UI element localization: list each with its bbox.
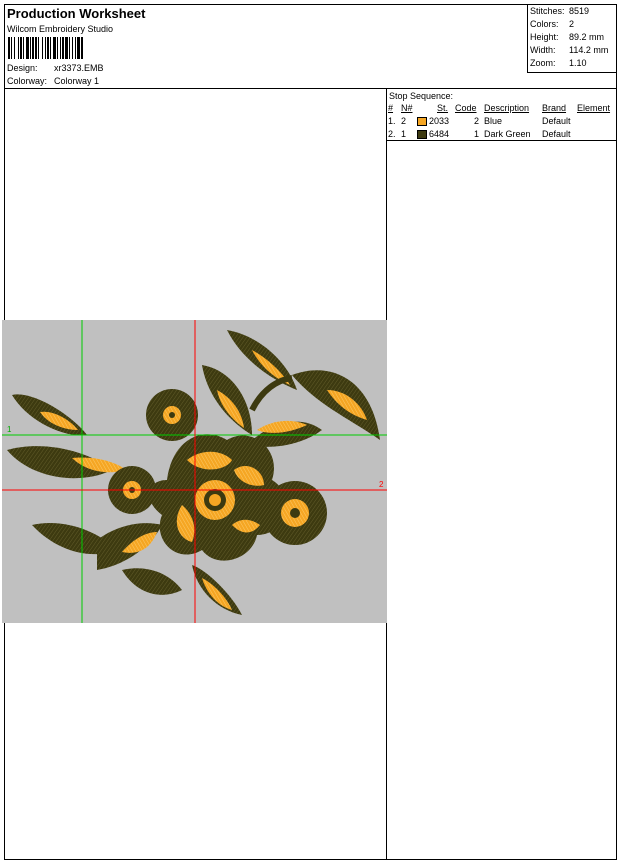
- design-preview: 1 2: [2, 320, 387, 623]
- table-header: # N# St. Code Description Brand Element: [387, 103, 616, 115]
- col-num: #: [388, 103, 394, 113]
- stats-panel: Stitches: 8519 Colors: 2 Height: 89.2 mm Wi…: [527, 5, 616, 73]
- embroidery-design: 1 2: [2, 320, 387, 623]
- stat-width: Width: 114.2 mm: [530, 45, 609, 55]
- col-description: Description: [484, 103, 530, 113]
- flower-motif: [7, 330, 380, 615]
- design-label: Design:: [7, 63, 38, 73]
- table-row: 1. 2 2033 2 Blue Default: [388, 116, 571, 126]
- col-code: Code: [455, 103, 477, 113]
- design-row: Design: xr3373.EMB: [7, 63, 104, 73]
- col-element: Element: [577, 103, 611, 113]
- page-title: Production Worksheet: [7, 6, 146, 21]
- stop-sequence-title: Stop Sequence:: [389, 91, 454, 101]
- stop-sequence-panel: Stop Sequence: # N# St. Code Description…: [387, 89, 616, 141]
- col-brand: Brand: [542, 103, 567, 113]
- stat-stitches: Stitches: 8519: [530, 6, 590, 16]
- guide-label-green: 1: [7, 425, 12, 434]
- stat-colors: Colors: 2: [530, 19, 575, 29]
- worksheet: Production Worksheet Wilcom Embroidery S…: [2, 4, 617, 860]
- design-value: xr3373.EMB: [54, 63, 104, 73]
- col-st: St.: [437, 103, 449, 113]
- colorway-value: Colorway 1: [54, 76, 100, 86]
- colorway-row: Colorway: Colorway 1: [7, 76, 99, 86]
- stat-height: Height: 89.2 mm: [530, 32, 605, 42]
- worksheet-header: Production Worksheet Wilcom Embroidery S…: [5, 5, 616, 89]
- stat-zoom: Zoom: 1.10: [530, 58, 587, 68]
- guide-label-red: 2: [379, 480, 384, 489]
- barcode: [8, 37, 83, 59]
- color-swatch: [417, 117, 427, 126]
- colorway-label: Colorway:: [7, 76, 48, 86]
- color-swatch: [417, 130, 427, 139]
- table-row: 2. 1 6484 1 Dark Green Default: [388, 129, 571, 139]
- software-name: Wilcom Embroidery Studio: [7, 24, 114, 34]
- col-n: N#: [401, 103, 413, 113]
